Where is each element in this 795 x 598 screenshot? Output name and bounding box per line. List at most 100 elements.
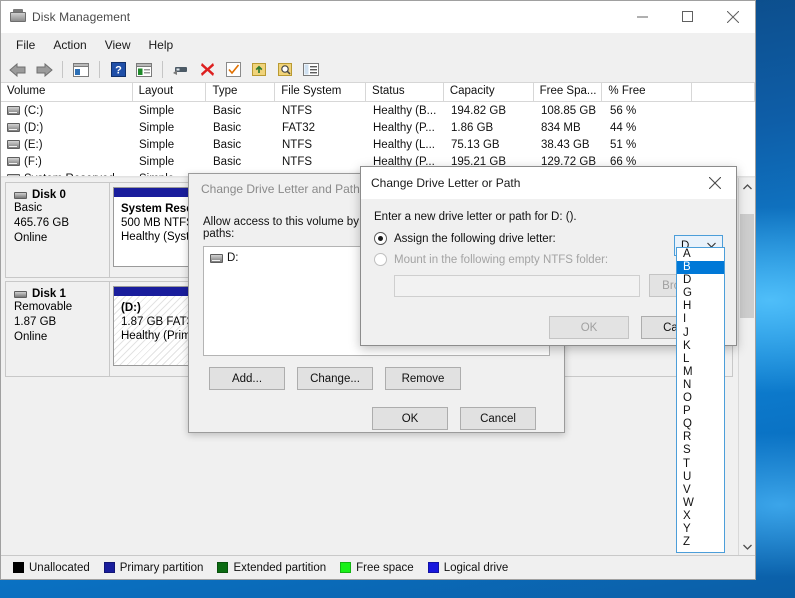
dropdown-option-v[interactable]: V xyxy=(677,484,724,497)
toolbar-separator xyxy=(99,61,100,78)
dropdown-option-x[interactable]: X xyxy=(677,510,724,523)
menu-view[interactable]: View xyxy=(96,35,140,55)
volume-icon xyxy=(7,123,20,132)
dropdown-option-n[interactable]: N xyxy=(677,379,724,392)
dropdown-option-k[interactable]: K xyxy=(677,340,724,353)
menu-help[interactable]: Help xyxy=(140,35,183,55)
dropdown-option-y[interactable]: Y xyxy=(677,523,724,536)
table-row[interactable]: (E:) Simple Basic NTFS Healthy (L... 75.… xyxy=(1,136,755,153)
disk-size: 1.87 GB xyxy=(14,316,57,328)
dropdown-option-u[interactable]: U xyxy=(677,471,724,484)
dropdown-option-p[interactable]: P xyxy=(677,405,724,418)
volume-list-pane: Volume Layout Type File System Status Ca… xyxy=(1,83,755,177)
radio-assign-letter[interactable] xyxy=(374,232,387,245)
disk-name: Disk 0 xyxy=(32,189,66,201)
minimize-icon[interactable] xyxy=(620,1,665,33)
column-volume[interactable]: Volume xyxy=(1,83,133,102)
maximize-icon[interactable] xyxy=(665,1,710,33)
volume-icon xyxy=(210,253,223,263)
graphical-pane-scrollbar[interactable] xyxy=(738,178,755,555)
show-list-icon[interactable] xyxy=(299,59,323,81)
column-blank[interactable] xyxy=(692,83,755,102)
column-free-space[interactable]: Free Spa... xyxy=(533,83,603,102)
dropdown-option-d[interactable]: D xyxy=(677,274,724,287)
ok-button[interactable]: OK xyxy=(372,407,448,430)
column-type[interactable]: Type xyxy=(206,83,276,102)
export-icon[interactable] xyxy=(247,59,271,81)
close-icon[interactable] xyxy=(710,1,755,33)
check-icon[interactable] xyxy=(221,59,245,81)
dropdown-option-r[interactable]: R xyxy=(677,431,724,444)
legend-label: Extended partition xyxy=(233,561,327,574)
up-folder-icon[interactable] xyxy=(69,59,93,81)
add-button[interactable]: Add... xyxy=(209,367,285,390)
legend: Unallocated Primary partition Extended p… xyxy=(1,555,755,579)
drive-letter-dropdown-list[interactable]: ABDGHIJKLMNOPQRSTUVWXYZ xyxy=(676,247,725,553)
volume-icon xyxy=(7,140,20,149)
rescan-disks-icon[interactable] xyxy=(169,59,193,81)
assign-drive-letter-row[interactable]: Assign the following drive letter: xyxy=(374,232,723,245)
forward-arrow-icon[interactable] xyxy=(32,59,56,81)
cell-layout: Simple xyxy=(139,138,175,151)
remove-button[interactable]: Remove xyxy=(385,367,461,390)
dropdown-option-w[interactable]: W xyxy=(677,497,724,510)
radio-assign-label: Assign the following drive letter: xyxy=(394,232,556,245)
legend-swatch xyxy=(217,562,229,573)
dropdown-option-l[interactable]: L xyxy=(677,353,724,366)
search-icon[interactable] xyxy=(273,59,297,81)
radio-mount-folder[interactable] xyxy=(374,253,387,266)
dropdown-option-a[interactable]: A xyxy=(677,248,724,261)
scroll-down-icon[interactable] xyxy=(739,538,755,555)
disk-kind: Removable xyxy=(14,301,73,313)
ok-button[interactable]: OK xyxy=(549,316,629,339)
close-icon[interactable] xyxy=(694,167,736,199)
help-icon[interactable]: ? xyxy=(106,59,130,81)
cell-status: Healthy (P... xyxy=(373,121,435,134)
cell-percent-free: 56 % xyxy=(610,104,637,117)
dropdown-option-j[interactable]: J xyxy=(677,327,724,340)
change-button[interactable]: Change... xyxy=(297,367,373,390)
dropdown-option-o[interactable]: O xyxy=(677,392,724,405)
volume-list-header: Volume Layout Type File System Status Ca… xyxy=(1,83,755,102)
disk-kind: Basic xyxy=(14,202,43,214)
mount-folder-row[interactable]: Mount in the following empty NTFS folder… xyxy=(374,253,723,266)
dropdown-option-z[interactable]: Z xyxy=(677,536,724,549)
scroll-up-icon[interactable] xyxy=(739,178,755,195)
menubar: File Action View Help xyxy=(1,33,755,57)
mount-path-input[interactable] xyxy=(394,274,641,297)
dropdown-option-g[interactable]: G xyxy=(677,287,724,300)
column-file-system[interactable]: File System xyxy=(275,83,367,102)
menu-file[interactable]: File xyxy=(7,35,44,55)
back-arrow-icon[interactable] xyxy=(6,59,30,81)
dropdown-option-i[interactable]: I xyxy=(677,313,724,326)
column-status[interactable]: Status xyxy=(366,83,444,102)
legend-item-free-space: Free space xyxy=(340,562,414,574)
delete-icon[interactable] xyxy=(195,59,219,81)
column-layout[interactable]: Layout xyxy=(132,83,207,102)
cancel-button[interactable]: Cancel xyxy=(460,407,536,430)
menu-action[interactable]: Action xyxy=(44,35,95,55)
cell-capacity: 1.86 GB xyxy=(451,121,494,134)
cell-volume: (D:) xyxy=(24,121,44,134)
cell-percent-free: 51 % xyxy=(610,138,637,151)
column-capacity[interactable]: Capacity xyxy=(443,83,534,102)
cell-volume: (C:) xyxy=(24,104,44,117)
table-row[interactable]: (D:) Simple Basic FAT32 Healthy (P... 1.… xyxy=(1,119,755,136)
disk-size: 465.76 GB xyxy=(14,217,69,229)
dropdown-option-m[interactable]: M xyxy=(677,366,724,379)
dropdown-option-s[interactable]: S xyxy=(677,444,724,457)
properties-icon[interactable] xyxy=(132,59,156,81)
cell-file-system: NTFS xyxy=(282,138,313,151)
table-row[interactable]: (C:) Simple Basic NTFS Healthy (B... 194… xyxy=(1,102,755,119)
cell-file-system: FAT32 xyxy=(282,121,316,134)
column-percent-free[interactable]: % Free xyxy=(602,83,693,102)
radio-mount-label: Mount in the following empty NTFS folder… xyxy=(394,253,609,266)
scrollbar-thumb[interactable] xyxy=(740,214,754,318)
legend-swatch xyxy=(13,562,24,573)
dropdown-option-t[interactable]: T xyxy=(677,458,724,471)
volume-icon xyxy=(7,106,20,115)
dropdown-option-h[interactable]: H xyxy=(677,300,724,313)
dropdown-option-b[interactable]: B xyxy=(677,261,724,275)
dropdown-option-q[interactable]: Q xyxy=(677,418,724,431)
cell-type: Basic xyxy=(213,138,242,151)
